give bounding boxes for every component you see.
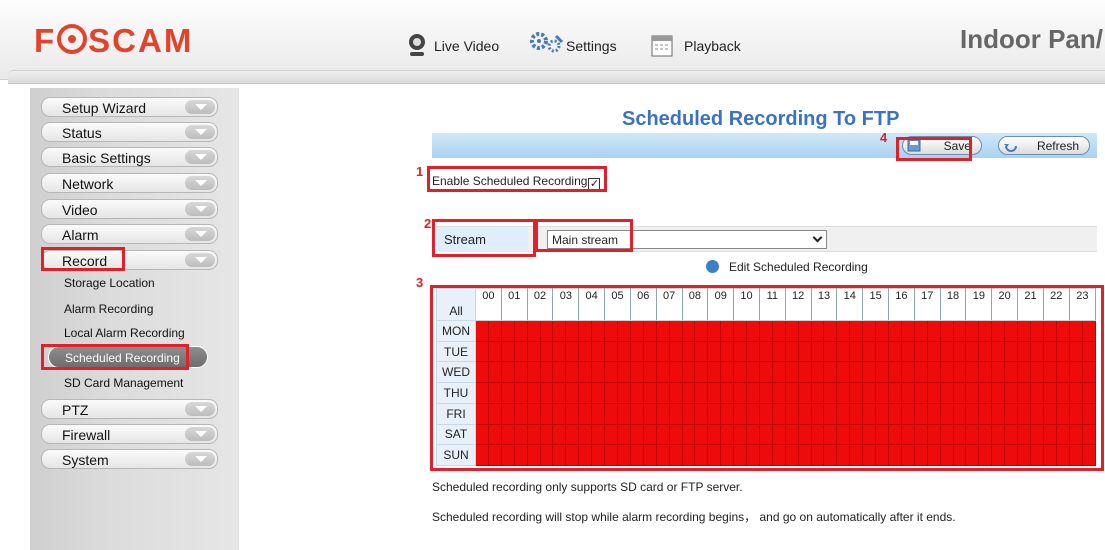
chevron-down-icon xyxy=(812,232,823,243)
tab-settings[interactable]: Settings xyxy=(520,26,648,64)
tab-live-video[interactable]: Live Video xyxy=(396,26,516,64)
sidebar-item-label: Setup Wizard xyxy=(62,100,147,116)
tab-playback-label: Playback xyxy=(684,38,741,54)
chevron-down-icon xyxy=(185,176,215,190)
sidebar-item-label: System xyxy=(62,452,109,468)
tab-settings-label: Settings xyxy=(566,38,617,54)
annotation-number-3: 3 xyxy=(416,275,424,290)
annotation-number-1: 1 xyxy=(416,164,424,179)
tab-playback[interactable]: Playback xyxy=(642,26,767,64)
chevron-down-icon xyxy=(185,427,215,441)
tab-live-video-label: Live Video xyxy=(434,38,500,54)
refresh-label: Refresh xyxy=(1036,139,1079,153)
sidebar-item-label: Alarm xyxy=(62,227,99,243)
edit-scheduled-recording-label: Edit Scheduled Recording xyxy=(729,260,868,274)
note-storage-support: Scheduled recording only supports SD car… xyxy=(432,480,743,494)
edit-schedule-icon xyxy=(706,260,719,273)
chevron-down-icon xyxy=(185,253,215,267)
highlight-stream-label xyxy=(432,219,536,257)
sidebar-item-ptz[interactable]: PTZ xyxy=(41,399,218,419)
product-title: Indoor Pan/ xyxy=(960,24,1103,54)
sidebar-item-label: Status xyxy=(62,125,102,141)
sidebar-item-label: PTZ xyxy=(62,402,89,418)
page-title: Scheduled Recording To FTP xyxy=(622,108,900,130)
sidebar-subitem-local-alarm-recording[interactable]: Local Alarm Recording xyxy=(64,326,185,340)
refresh-icon xyxy=(1003,139,1019,155)
chevron-down-icon xyxy=(185,202,215,216)
chevron-down-icon xyxy=(185,227,215,241)
foscam-logo: F SCAM xyxy=(34,22,194,59)
chevron-down-icon xyxy=(185,125,215,139)
webcam-icon xyxy=(406,32,428,61)
highlight-stream-select xyxy=(535,219,633,252)
sidebar-item-system[interactable]: System xyxy=(41,449,218,469)
chevron-down-icon xyxy=(185,150,215,164)
sidebar-divider xyxy=(238,88,239,550)
chevron-down-icon xyxy=(185,402,215,416)
annotation-number-4: 4 xyxy=(880,130,888,145)
sidebar-item-video[interactable]: Video xyxy=(41,199,218,219)
sidebar-subitem-sd-card-management[interactable]: SD Card Management xyxy=(64,376,183,390)
highlight-scheduled-recording xyxy=(41,344,189,370)
sidebar-item-label: Basic Settings xyxy=(62,150,151,166)
sidebar-item-basic-settings[interactable]: Basic Settings xyxy=(41,147,218,167)
sidebar-item-status[interactable]: Status xyxy=(41,122,218,142)
highlight-save-button xyxy=(896,137,972,161)
sidebar-item-network[interactable]: Network xyxy=(41,173,218,193)
top-header: F SCAM Live Video Settings Playback Indoo… xyxy=(0,0,1105,80)
sidebar-item-label: Firewall xyxy=(62,427,111,443)
action-toolbar: Save Refresh xyxy=(432,133,1097,158)
highlight-record xyxy=(41,247,125,271)
highlight-enable-checkbox xyxy=(427,166,607,192)
sidebar-subitem-storage-location[interactable]: Storage Location xyxy=(64,276,155,290)
sidebar-item-alarm[interactable]: Alarm xyxy=(41,224,218,244)
sidebar-subitem-alarm-recording[interactable]: Alarm Recording xyxy=(64,302,153,316)
sidebar-item-setup-wizard[interactable]: Setup Wizard xyxy=(41,97,218,117)
header-divider xyxy=(8,70,1105,84)
refresh-button[interactable]: Refresh xyxy=(998,136,1090,155)
chevron-down-icon xyxy=(185,452,215,466)
note-alarm-priority: Scheduled recording will stop while alar… xyxy=(432,510,956,524)
gears-icon xyxy=(530,32,564,59)
sidebar-item-firewall[interactable]: Firewall xyxy=(41,424,218,444)
annotation-number-2: 2 xyxy=(424,216,432,231)
highlight-schedule-grid xyxy=(430,285,1104,471)
chevron-down-icon xyxy=(185,100,215,114)
edit-scheduled-recording-link[interactable]: Edit Scheduled Recording xyxy=(706,260,868,274)
sidebar-item-label: Network xyxy=(62,176,114,192)
sidebar-item-label: Video xyxy=(62,202,98,218)
sidebar: Setup Wizard Status Basic Settings Netwo… xyxy=(30,88,238,550)
calendar-icon xyxy=(650,32,674,61)
